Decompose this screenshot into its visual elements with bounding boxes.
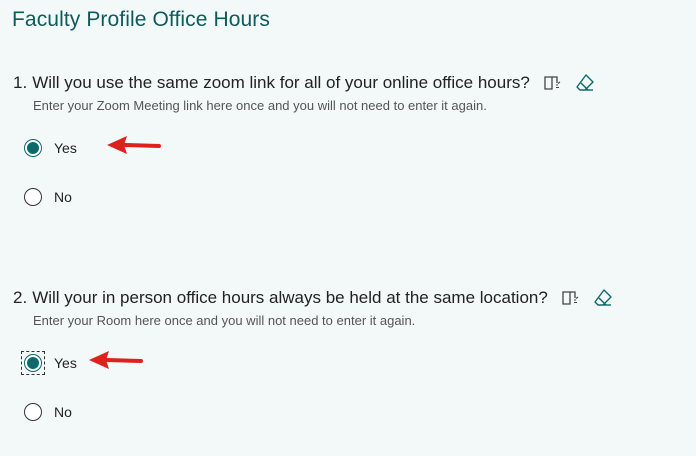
option-label: No <box>54 404 72 420</box>
question-1-subtitle: Enter your Zoom Meeting link here once a… <box>33 98 487 113</box>
question-1-option-yes[interactable]: Yes <box>22 136 77 160</box>
question-1: 1. Will you use the same zoom link for a… <box>13 70 673 113</box>
question-2: 2. Will your in person office hours alwa… <box>13 285 673 328</box>
radio-container <box>22 137 44 159</box>
eraser-icon[interactable] <box>574 72 596 94</box>
radio-button-selected[interactable] <box>24 354 42 372</box>
option-label: No <box>54 189 72 205</box>
red-arrow-icon <box>107 136 161 154</box>
radio-button[interactable] <box>24 188 42 206</box>
radio-container <box>22 186 44 208</box>
radio-dot <box>27 142 39 154</box>
immersive-reader-icon[interactable] <box>560 287 582 309</box>
question-2-text: Will your in person office hours always … <box>32 288 548 307</box>
immersive-reader-icon[interactable] <box>542 72 564 94</box>
eraser-icon[interactable] <box>592 287 614 309</box>
question-2-header: 2. Will your in person office hours alwa… <box>13 285 673 311</box>
question-1-option-no[interactable]: No <box>22 185 72 209</box>
question-1-header: 1. Will you use the same zoom link for a… <box>13 70 673 96</box>
radio-dot <box>27 357 39 369</box>
question-2-number: 2. <box>13 288 28 307</box>
radio-button-selected[interactable] <box>24 139 42 157</box>
option-label: Yes <box>54 140 77 156</box>
radio-button[interactable] <box>24 403 42 421</box>
radio-container-focused <box>21 351 45 375</box>
form-title: Faculty Profile Office Hours <box>12 8 270 31</box>
question-2-option-no[interactable]: No <box>22 400 72 424</box>
question-1-text: Will you use the same zoom link for all … <box>32 73 530 92</box>
option-label: Yes <box>54 355 77 371</box>
question-1-number: 1. <box>13 73 28 92</box>
question-2-subtitle: Enter your Room here once and you will n… <box>33 313 416 328</box>
radio-container <box>22 401 44 423</box>
red-arrow-icon <box>89 351 143 369</box>
question-2-option-yes[interactable]: Yes <box>21 351 77 375</box>
